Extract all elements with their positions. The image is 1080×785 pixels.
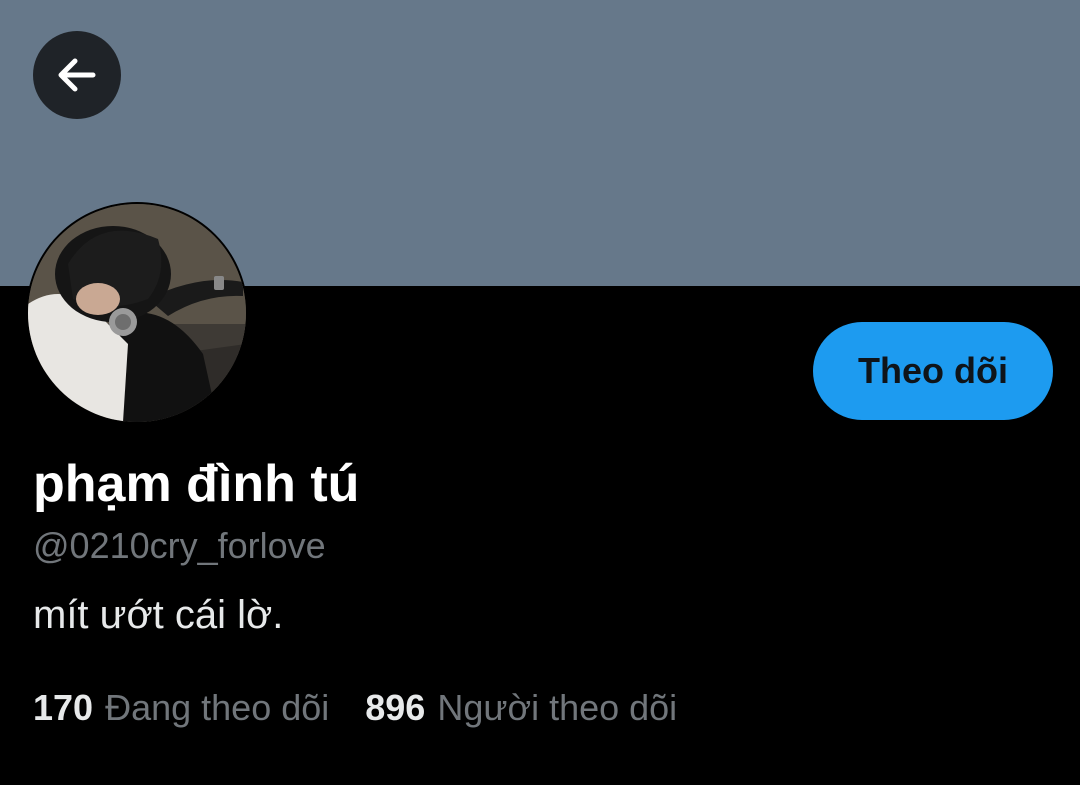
arrow-left-icon	[58, 58, 96, 92]
back-button[interactable]	[33, 31, 121, 119]
followers-label: Người theo dõi	[437, 687, 678, 728]
profile-bio: mít ướt cái lờ.	[33, 593, 284, 637]
followers-count: 896	[365, 687, 426, 728]
followers-stat[interactable]: 896 Người theo dõi	[365, 686, 677, 730]
following-label: Đang theo dõi	[105, 687, 330, 728]
avatar[interactable]	[26, 202, 248, 424]
display-name: phạm đình tú	[33, 455, 360, 513]
follow-button[interactable]: Theo dõi	[813, 322, 1053, 420]
following-stat[interactable]: 170 Đang theo dõi	[33, 686, 329, 730]
follow-stats: 170 Đang theo dõi 896 Người theo dõi	[33, 686, 677, 730]
following-count: 170	[33, 687, 94, 728]
user-handle: @0210cry_forlove	[33, 525, 326, 566]
profile-photo	[28, 204, 246, 422]
